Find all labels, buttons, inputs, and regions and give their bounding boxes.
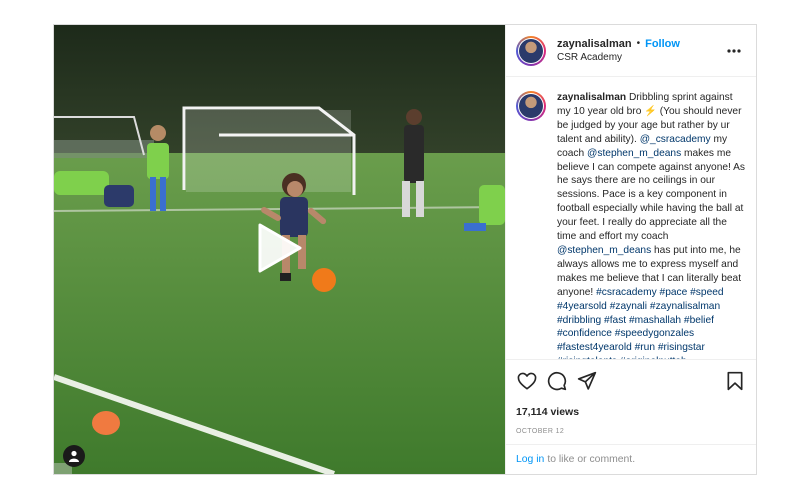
comment-icon <box>547 371 567 391</box>
share-button[interactable] <box>576 370 598 392</box>
post-header: zaynalisalman • Follow CSR Academy <box>506 25 756 77</box>
hashtag-link[interactable]: #speedygonzales <box>615 328 694 339</box>
location-link[interactable]: CSR Academy <box>557 51 724 65</box>
heart-icon <box>517 372 537 390</box>
post-actions: 17,114 views October 12 <box>506 359 756 435</box>
hashtag-link[interactable]: #4yearsold <box>557 301 607 312</box>
video-player[interactable] <box>54 25 505 474</box>
avatar[interactable] <box>516 35 546 66</box>
caption-area: zaynalisalman Dribbling sprint against m… <box>506 77 756 359</box>
instagram-post: zaynalisalman • Follow CSR Academy zayna… <box>53 24 757 475</box>
profile-photo <box>519 38 543 63</box>
username-link[interactable]: zaynalisalman <box>557 37 632 51</box>
follow-button[interactable]: Follow <box>645 37 680 51</box>
more-options-icon <box>727 48 741 53</box>
caption-text: zaynalisalman Dribbling sprint against m… <box>557 91 746 359</box>
mention-stephen-m-deans[interactable]: @stephen_m_deans <box>587 148 681 159</box>
share-icon <box>577 371 597 390</box>
hashtag-link[interactable]: #zaynalisalman <box>650 301 720 312</box>
hashtag-link[interactable]: #risingstar <box>658 342 705 353</box>
login-link[interactable]: Log in <box>516 454 544 465</box>
bookmark-icon <box>727 371 743 391</box>
login-prompt-text: to like or comment. <box>547 454 636 465</box>
hashtag-link[interactable]: #fastest4yearold <box>557 342 632 353</box>
hashtag-link[interactable]: #mashallah <box>629 315 681 326</box>
hashtag-link[interactable]: #pace <box>660 287 688 298</box>
hashtag-link[interactable]: #fast <box>604 315 626 326</box>
comment-button[interactable] <box>546 370 568 392</box>
hashtag-link[interactable]: #zaynali <box>610 301 647 312</box>
lightning-emoji: ⚡️ <box>644 105 657 117</box>
hashtag-link[interactable]: #run <box>635 342 655 353</box>
caption-username[interactable]: zaynalisalman <box>557 92 626 103</box>
hashtag-link[interactable]: #speed <box>690 287 723 298</box>
hashtag-link[interactable]: #dribbling <box>557 315 601 326</box>
play-icon <box>258 223 302 273</box>
separator-dot: • <box>636 37 641 49</box>
hashtag-link[interactable]: #csracademy <box>596 287 657 298</box>
caption-avatar[interactable] <box>516 91 546 121</box>
user-tag-icon <box>69 450 79 462</box>
mention-csracademy[interactable]: @_csracademy <box>640 134 711 145</box>
more-options-button[interactable] <box>724 41 744 61</box>
hashtag-link[interactable]: #belief <box>684 315 714 326</box>
hashtag-link[interactable]: #confidence <box>557 328 612 339</box>
view-count[interactable]: 17,114 views <box>516 406 746 418</box>
post-side-panel: zaynalisalman • Follow CSR Academy zayna… <box>505 25 756 474</box>
like-button[interactable] <box>516 370 538 392</box>
mention-stephen-m-deans[interactable]: @stephen_m_deans <box>557 245 651 256</box>
play-button[interactable] <box>258 223 302 273</box>
login-prompt: Log in to like or comment. <box>506 444 756 474</box>
user-tag-button[interactable] <box>63 445 85 467</box>
save-button[interactable] <box>724 370 746 392</box>
post-date[interactable]: October 12 <box>516 428 746 435</box>
